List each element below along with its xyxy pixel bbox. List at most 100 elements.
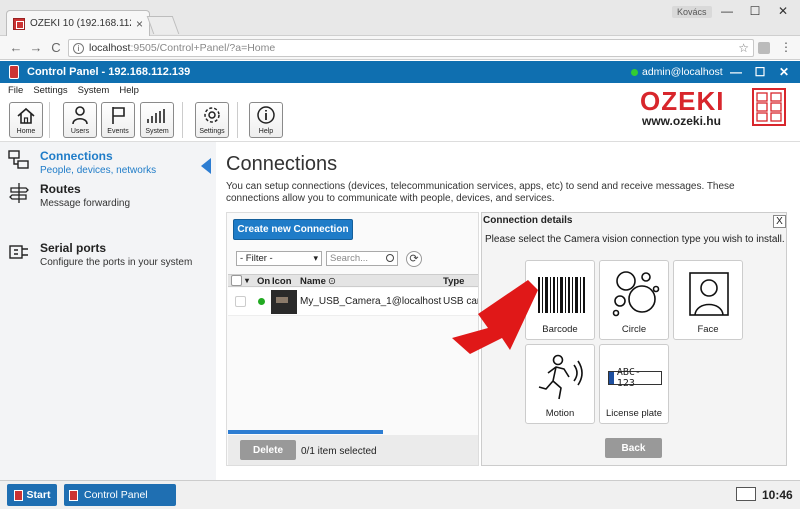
- back-arrow-icon[interactable]: ←: [8, 40, 24, 56]
- start-button[interactable]: Start: [7, 484, 57, 506]
- menu-file[interactable]: File: [8, 85, 23, 96]
- url-host: localhost: [89, 42, 131, 54]
- type-label: Face: [697, 324, 719, 335]
- app-title: Control Panel - 192.168.112.139: [27, 66, 191, 78]
- details-close-button[interactable]: X: [773, 215, 786, 228]
- sort-chevron-icon[interactable]: ⊙: [328, 276, 336, 287]
- sidebar-item-routes[interactable]: Routes Message forwarding: [8, 182, 130, 209]
- url-path: :9505/Control+Panel/?a=Home: [130, 42, 276, 54]
- reload-icon[interactable]: C: [48, 40, 64, 56]
- forward-arrow-icon[interactable]: →: [28, 40, 44, 56]
- system-label: System: [145, 128, 169, 135]
- taskbar-item-control-panel[interactable]: Control Panel: [64, 484, 176, 506]
- sidebar-item-connections[interactable]: Connections People, devices, networks: [8, 149, 156, 176]
- sidebar-item-sublabel: People, devices, networks: [40, 165, 157, 176]
- search-input[interactable]: Search...: [326, 251, 398, 266]
- gear-icon: [204, 107, 220, 123]
- menu-system[interactable]: System: [78, 85, 110, 96]
- window-user-badge[interactable]: Kovács: [672, 6, 712, 18]
- logo-emblem-icon: [752, 88, 786, 126]
- ozeki-app-icon: [9, 65, 19, 79]
- column-name[interactable]: Name: [300, 276, 326, 287]
- flag-icon: [112, 107, 125, 124]
- extension-icon[interactable]: [758, 42, 770, 54]
- online-status-icon: [631, 69, 638, 76]
- taskbar-item-label: Control Panel: [84, 489, 148, 501]
- type-label: Motion: [545, 408, 575, 419]
- browser-tab[interactable]: OZEKI 10 (192.168.112.13 ×: [6, 10, 150, 36]
- info-circle-icon: [257, 106, 275, 124]
- tab-title: OZEKI 10 (192.168.112.13: [30, 18, 131, 29]
- delete-button[interactable]: Delete: [240, 440, 296, 460]
- back-button[interactable]: Back: [605, 438, 662, 458]
- settings-button[interactable]: Settings: [195, 102, 229, 138]
- license-plate-type-card[interactable]: ABC-123 License plate: [599, 344, 669, 424]
- face-icon: [689, 272, 729, 316]
- toolbar-separator: [49, 102, 50, 138]
- filter-select[interactable]: - Filter -: [236, 251, 322, 266]
- clock: 10:46: [762, 488, 793, 502]
- search-placeholder: Search...: [330, 253, 369, 264]
- help-label: Help: [258, 128, 274, 135]
- address-bar: ← → C i localhost:9505/Control+Panel/?a=…: [0, 36, 800, 60]
- circle-type-card[interactable]: Circle: [599, 260, 669, 340]
- circles-icon: [612, 271, 660, 317]
- bookmark-star-icon[interactable]: ☆: [738, 41, 749, 55]
- app-close-button[interactable]: ✕: [776, 64, 792, 80]
- row-checkbox[interactable]: [235, 296, 246, 307]
- sidebar-item-sublabel: Configure the ports in your system: [40, 257, 193, 268]
- app-maximize-button[interactable]: ☐: [752, 64, 768, 80]
- help-button[interactable]: Help: [249, 102, 283, 138]
- events-label: Events: [107, 128, 129, 135]
- type-label: License plate: [606, 408, 662, 419]
- online-status-icon: [258, 298, 265, 305]
- list-scrollbar[interactable]: [228, 430, 383, 434]
- plate-text: ABC-123: [616, 367, 641, 389]
- table-row[interactable]: My_USB_Camera_1@localhost USB camera: [228, 288, 478, 316]
- taskbar: Start Control Panel 10:46: [0, 480, 800, 509]
- sidebar-item-label: Connections: [40, 149, 113, 163]
- sidebar-item-serial-ports[interactable]: Serial ports Configure the ports in your…: [8, 241, 192, 268]
- app-minimize-button[interactable]: —: [728, 64, 744, 80]
- search-icon[interactable]: [386, 254, 394, 262]
- home-button[interactable]: Home: [9, 102, 43, 138]
- new-tab-button[interactable]: [146, 16, 180, 34]
- window-minimize-button[interactable]: —: [714, 3, 740, 19]
- browser-menu-icon[interactable]: ⋮: [780, 40, 792, 54]
- routes-icon: [9, 183, 29, 203]
- tab-close-icon[interactable]: ×: [136, 17, 143, 31]
- users-button[interactable]: Users: [63, 102, 97, 138]
- refresh-icon[interactable]: ⟳: [406, 251, 422, 267]
- ozeki-logo: OZEKI www.ozeki.hu: [640, 88, 724, 128]
- select-all-checkbox[interactable]: [231, 275, 242, 286]
- info-icon[interactable]: i: [73, 42, 84, 54]
- start-label: Start: [26, 489, 51, 501]
- page-description: You can setup connections (devices, tele…: [226, 181, 735, 204]
- url-input[interactable]: i localhost:9505/Control+Panel/?a=Home ☆: [68, 39, 754, 57]
- app-header: Control Panel - 192.168.112.139 admin@lo…: [0, 61, 800, 83]
- window-maximize-button[interactable]: ☐: [742, 3, 768, 19]
- sidebar-item-label: Routes: [40, 182, 81, 196]
- keyboard-icon[interactable]: [736, 487, 756, 501]
- system-button[interactable]: System: [140, 102, 174, 138]
- face-type-card[interactable]: Face: [673, 260, 743, 340]
- column-icon[interactable]: Icon: [272, 276, 292, 287]
- page-title: Connections: [226, 153, 338, 175]
- details-title: Connection details: [483, 215, 573, 226]
- connection-name[interactable]: My_USB_Camera_1@localhost: [300, 296, 441, 307]
- events-button[interactable]: Events: [101, 102, 135, 138]
- create-connection-button[interactable]: Create new Connection: [233, 219, 353, 240]
- settings-label: Settings: [199, 128, 225, 135]
- menu-help[interactable]: Help: [119, 85, 139, 96]
- sidebar-item-label: Serial ports: [40, 241, 107, 255]
- home-label: Home: [16, 128, 36, 135]
- menu-settings[interactable]: Settings: [33, 85, 67, 96]
- logo-text: OZEKI: [640, 86, 725, 116]
- window-close-button[interactable]: ✕: [770, 3, 796, 19]
- user-label[interactable]: admin@localhost: [642, 66, 723, 78]
- connections-icon: [8, 150, 29, 169]
- browser-tabbar: OZEKI 10 (192.168.112.13 × Kovács — ☐ ✕: [0, 0, 800, 36]
- column-on[interactable]: On: [257, 276, 270, 287]
- details-description: Please select the Camera vision connecti…: [485, 234, 785, 245]
- select-menu-chevron-icon[interactable]: ▾: [245, 276, 249, 285]
